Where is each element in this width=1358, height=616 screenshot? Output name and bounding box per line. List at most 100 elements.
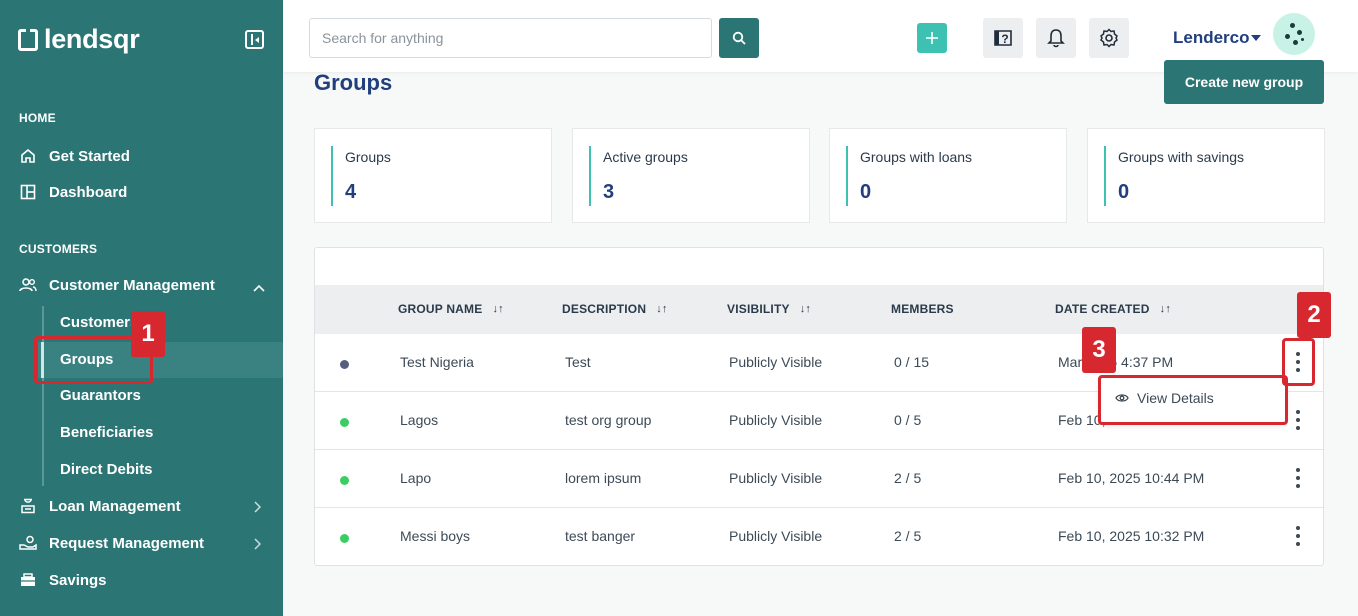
visibility-cell: Publicly Visible: [729, 412, 823, 428]
group-name-cell: Lagos: [400, 412, 439, 428]
add-button[interactable]: [917, 23, 947, 53]
section-title-home: HOME: [19, 111, 56, 125]
page-title: Groups: [314, 70, 393, 95]
column-header-group-name[interactable]: GROUP NAME ↓↑: [398, 302, 504, 316]
help-button[interactable]: ?: [983, 18, 1023, 58]
group-name-cell: Test Nigeria: [400, 354, 474, 370]
column-header-description[interactable]: DESCRIPTION ↓↑: [562, 302, 668, 316]
stat-value: 0: [1118, 181, 1130, 203]
more-options-icon[interactable]: [1295, 526, 1301, 546]
stat-value: 3: [603, 181, 615, 203]
card-accent-bar: [846, 146, 848, 206]
svg-text:?: ?: [1001, 32, 1008, 46]
caret-down-icon[interactable]: [1251, 35, 1261, 41]
chevron-right-icon[interactable]: [253, 538, 262, 553]
description-cell: test org group: [565, 412, 652, 428]
more-options-icon[interactable]: [1295, 468, 1301, 488]
sidebar-item-label: Request Management: [49, 534, 205, 552]
gear-icon: [1100, 28, 1118, 48]
description-cell: Test: [565, 354, 591, 370]
sidebar-item-label: Dashboard: [49, 183, 128, 201]
status-dot: [340, 534, 349, 543]
status-dot: [340, 360, 349, 369]
sidebar-item-customer-management[interactable]: Customer Management: [19, 273, 215, 297]
stat-label: Active groups: [603, 149, 688, 165]
column-header-date-created[interactable]: DATE CREATED ↓↑: [1055, 302, 1171, 316]
create-new-group-button[interactable]: Create new group: [1164, 60, 1324, 104]
sidebar-item-dashboard[interactable]: Dashboard: [19, 180, 127, 204]
notifications-button[interactable]: [1036, 18, 1076, 58]
group-name-cell: Lapo: [400, 470, 432, 486]
avatar[interactable]: [1273, 13, 1315, 55]
stat-value: 0: [860, 181, 872, 203]
settings-button[interactable]: [1089, 18, 1129, 58]
card-accent-bar: [589, 146, 591, 206]
dashboard-icon: [19, 183, 37, 201]
savings-icon: [19, 571, 37, 589]
sort-icon[interactable]: ↓↑: [800, 303, 811, 315]
chevron-right-icon[interactable]: [253, 501, 262, 516]
visibility-cell: Publicly Visible: [729, 528, 823, 544]
status-dot: [340, 418, 349, 427]
group-name-cell: Messi boys: [400, 528, 471, 544]
search-input[interactable]: [309, 18, 712, 58]
sidebar-item-guarantors[interactable]: Guarantors: [60, 387, 141, 409]
column-header-members: MEMBERS: [891, 302, 954, 316]
sidebar-item-label: Savings: [49, 571, 107, 589]
sidebar-item-loan-management[interactable]: Loan Management: [19, 494, 181, 518]
stat-card-groups-with-savings: Groups with savings 0: [1087, 128, 1325, 223]
search-button[interactable]: [719, 18, 759, 58]
chevron-up-icon[interactable]: [253, 280, 265, 295]
request-icon: [19, 534, 37, 552]
column-header-visibility[interactable]: VISIBILITY ↓↑: [727, 302, 811, 316]
brand-logo[interactable]: lendsqr: [18, 24, 140, 55]
brand-name: lendsqr: [44, 24, 140, 54]
annotation-number-2: 2: [1297, 292, 1331, 338]
sort-icon[interactable]: ↓↑: [492, 303, 503, 315]
help-icon: ?: [994, 30, 1012, 46]
date-created-cell: Feb 10, 2025 10:32 PM: [1058, 528, 1205, 544]
search-icon: [732, 31, 746, 45]
sidebar-item-label: Customer Management: [49, 276, 215, 294]
stat-card-groups: Groups 4: [314, 128, 552, 223]
more-options-icon[interactable]: [1295, 410, 1301, 430]
bell-icon: [1047, 29, 1065, 48]
members-cell: 0 / 5: [894, 412, 922, 428]
visibility-cell: Publicly Visible: [729, 354, 823, 370]
table-row[interactable]: Messi boys test banger Publicly Visible …: [315, 508, 1323, 566]
plus-icon: [926, 32, 938, 44]
stat-label: Groups with savings: [1118, 149, 1245, 165]
sidebar-item-customers[interactable]: Customers: [60, 314, 138, 336]
card-accent-bar: [1104, 146, 1106, 206]
date-created-cell: Feb 10, 2025 10:44 PM: [1058, 470, 1205, 486]
collapse-sidebar-icon[interactable]: [245, 30, 264, 49]
submenu-line: [42, 306, 44, 486]
home-icon: [19, 147, 37, 165]
status-dot: [340, 476, 349, 485]
lendsqr-logo-icon: [18, 28, 38, 51]
table-row[interactable]: Lapo lorem ipsum Publicly Visible 2 / 5 …: [315, 450, 1323, 508]
stat-card-groups-with-loans: Groups with loans 0: [829, 128, 1067, 223]
stat-value: 4: [345, 181, 357, 203]
sidebar: lendsqr HOME Get Started Dashboard CUSTO…: [0, 0, 283, 616]
members-cell: 2 / 5: [894, 470, 922, 486]
annotation-number-3: 3: [1082, 327, 1116, 373]
sidebar-item-beneficiaries[interactable]: Beneficiaries: [60, 424, 153, 446]
section-title-customers: CUSTOMERS: [19, 242, 98, 256]
sidebar-item-request-management[interactable]: Request Management: [19, 531, 204, 555]
description-cell: test banger: [565, 528, 636, 544]
annotation-box-3: [1098, 375, 1288, 425]
stat-label: Groups: [345, 149, 391, 165]
sort-icon[interactable]: ↓↑: [656, 303, 667, 315]
user-name[interactable]: Lenderco: [1173, 28, 1250, 48]
stat-card-active-groups: Active groups 3: [572, 128, 810, 223]
annotation-number-1: 1: [131, 311, 165, 357]
sidebar-item-get-started[interactable]: Get Started: [19, 144, 130, 168]
sidebar-item-direct-debits[interactable]: Direct Debits: [60, 461, 153, 483]
sidebar-item-savings[interactable]: Savings: [19, 568, 107, 592]
sort-icon[interactable]: ↓↑: [1160, 303, 1171, 315]
card-accent-bar: [331, 146, 333, 206]
members-cell: 2 / 5: [894, 528, 922, 544]
sidebar-item-label: Get Started: [49, 147, 130, 165]
sidebar-item-label: Loan Management: [49, 497, 181, 515]
